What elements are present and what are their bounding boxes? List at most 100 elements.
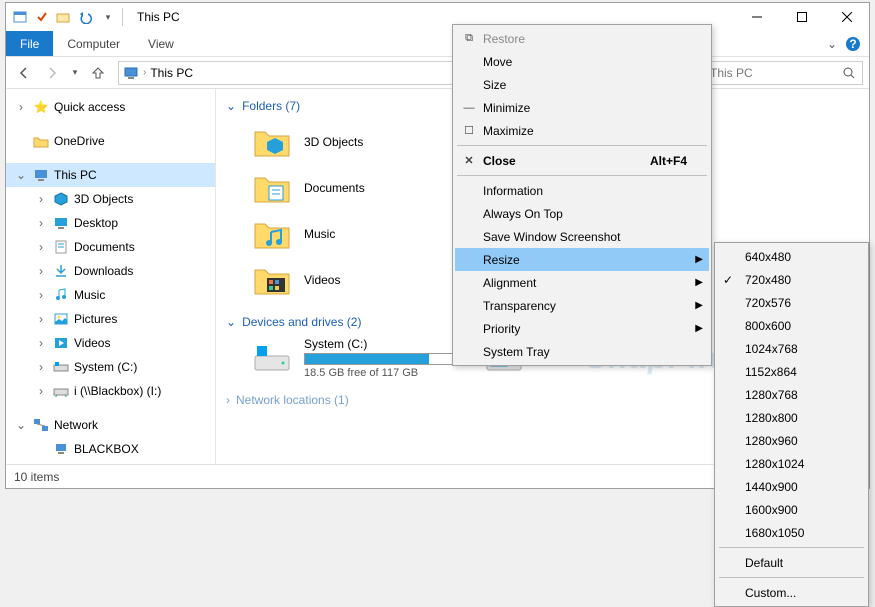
sidebar-item-this-pc[interactable]: ⌄This PC: [6, 163, 215, 187]
drive-icon: [52, 358, 70, 376]
menu-transparency[interactable]: Transparency▶: [455, 294, 709, 317]
undo-icon[interactable]: [78, 9, 94, 25]
resize-640x480[interactable]: 640x480: [717, 245, 866, 268]
folder-icon: [252, 260, 292, 300]
menu-size[interactable]: Size: [455, 73, 709, 96]
ribbon-expand-icon[interactable]: ⌄: [827, 37, 837, 51]
separator: [122, 8, 123, 26]
submenu-arrow-icon: ▶: [695, 300, 703, 311]
tab-file[interactable]: File: [6, 31, 53, 56]
sidebar-item-documents[interactable]: ›Documents: [6, 235, 215, 259]
menu-system-tray[interactable]: System Tray: [455, 340, 709, 363]
help-icon[interactable]: ?: [845, 36, 861, 52]
svg-text:?: ?: [849, 37, 856, 51]
qat-dropdown-icon[interactable]: ▾: [100, 9, 116, 25]
resize-1280x800[interactable]: 1280x800: [717, 406, 866, 429]
resize-1280x1024[interactable]: 1280x1024: [717, 452, 866, 475]
menu-save-screenshot[interactable]: Save Window Screenshot: [455, 225, 709, 248]
resize-1024x768[interactable]: 1024x768: [717, 337, 866, 360]
minimize-button[interactable]: [734, 3, 779, 31]
menu-restore[interactable]: ⧉Restore: [455, 27, 709, 50]
menu-maximize[interactable]: ☐Maximize: [455, 119, 709, 142]
recent-dropdown[interactable]: ▾: [68, 61, 82, 85]
resize-submenu: 640x480 ✓720x480 720x576 800x600 1024x76…: [714, 242, 869, 607]
sidebar-item-blackbox[interactable]: BLACKBOX: [6, 437, 215, 461]
back-button[interactable]: [12, 61, 36, 85]
drive-free-text: 18.5 GB free of 117 GB: [304, 367, 454, 379]
resize-default[interactable]: Default: [717, 551, 866, 574]
resize-1600x900[interactable]: 1600x900: [717, 498, 866, 521]
sidebar-item-system-c[interactable]: ›System (C:): [6, 355, 215, 379]
menu-always-on-top[interactable]: Always On Top: [455, 202, 709, 225]
star-icon: ⭐: [32, 98, 50, 116]
status-item-count: 10 items: [14, 470, 59, 484]
resize-custom[interactable]: Custom...: [717, 581, 866, 604]
resize-800x600[interactable]: 800x600: [717, 314, 866, 337]
search-placeholder: This PC: [710, 66, 753, 80]
menu-priority[interactable]: Priority▶: [455, 317, 709, 340]
sidebar-item-pictures[interactable]: ›Pictures: [6, 307, 215, 331]
sidebar-item-downloads[interactable]: ›Downloads: [6, 259, 215, 283]
resize-720x576[interactable]: 720x576: [717, 291, 866, 314]
sidebar-item-videos[interactable]: ›Videos: [6, 331, 215, 355]
search-icon[interactable]: [842, 66, 856, 80]
minimize-icon: —: [461, 102, 477, 114]
separator: [719, 547, 864, 548]
pc-icon: [123, 66, 139, 80]
app-icon: [12, 9, 28, 25]
network-drive-icon: [52, 382, 70, 400]
download-icon: [52, 262, 70, 280]
tab-view[interactable]: View: [134, 31, 188, 56]
search-input[interactable]: This PC: [703, 61, 863, 85]
menu-close[interactable]: ✕CloseAlt+F4: [455, 149, 709, 172]
menu-information[interactable]: Information: [455, 179, 709, 202]
forward-button[interactable]: [40, 61, 64, 85]
folder-icon: [252, 122, 292, 162]
submenu-arrow-icon: ▶: [695, 323, 703, 334]
drive-icon: [252, 338, 292, 378]
drive-usage-bar: [304, 353, 454, 365]
maximize-button[interactable]: [779, 3, 824, 31]
sidebar-item-quick-access[interactable]: ›⭐Quick access: [6, 95, 215, 119]
music-icon: [52, 286, 70, 304]
drive-system-c[interactable]: System (C:) 18.5 GB free of 117 GB: [252, 337, 454, 379]
system-menu: ⧉Restore Move Size —Minimize ☐Maximize ✕…: [452, 24, 712, 366]
resize-1680x1050[interactable]: 1680x1050: [717, 521, 866, 544]
new-folder-icon[interactable]: [56, 9, 72, 25]
sidebar-item-mapped-drive[interactable]: ›i (\\Blackbox) (I:): [6, 379, 215, 403]
ribbon-tabs: File Computer View ⌄ ?: [6, 31, 869, 57]
resize-1440x900[interactable]: 1440x900: [717, 475, 866, 498]
sidebar-item-onedrive[interactable]: OneDrive: [6, 129, 215, 153]
sidebar-item-desktop[interactable]: ›Desktop: [6, 211, 215, 235]
folder-icon: [252, 168, 292, 208]
drive-label: System (C:): [304, 337, 454, 351]
sidebar-item-3d-objects[interactable]: ›3D Objects: [6, 187, 215, 211]
separator: [457, 175, 707, 176]
resize-1280x960[interactable]: 1280x960: [717, 429, 866, 452]
close-button[interactable]: [824, 3, 869, 31]
tab-computer[interactable]: Computer: [53, 31, 134, 56]
navbar: ▾ › This PC ▾ This PC: [6, 57, 869, 89]
computer-icon: [52, 440, 70, 458]
chevron-right-icon: ›: [226, 393, 230, 407]
window-title: This PC: [137, 10, 180, 24]
properties-icon[interactable]: [34, 9, 50, 25]
maximize-icon: ☐: [461, 124, 477, 137]
pc-icon: [32, 166, 50, 184]
menu-resize[interactable]: Resize▶: [455, 248, 709, 271]
menu-minimize[interactable]: —Minimize: [455, 96, 709, 119]
sidebar-item-network[interactable]: ⌄Network: [6, 413, 215, 437]
quick-access-toolbar: ▾: [12, 9, 116, 25]
network-icon: [32, 416, 50, 434]
separator: [719, 577, 864, 578]
sidebar: ›⭐Quick access OneDrive ⌄This PC ›3D Obj…: [6, 89, 216, 464]
resize-720x480[interactable]: ✓720x480: [717, 268, 866, 291]
resize-1152x864[interactable]: 1152x864: [717, 360, 866, 383]
resize-1280x768[interactable]: 1280x768: [717, 383, 866, 406]
up-button[interactable]: [86, 61, 110, 85]
menu-alignment[interactable]: Alignment▶: [455, 271, 709, 294]
breadcrumb-location[interactable]: This PC: [150, 66, 193, 80]
menu-move[interactable]: Move: [455, 50, 709, 73]
sidebar-item-music[interactable]: ›Music: [6, 283, 215, 307]
folder-icon: [252, 214, 292, 254]
